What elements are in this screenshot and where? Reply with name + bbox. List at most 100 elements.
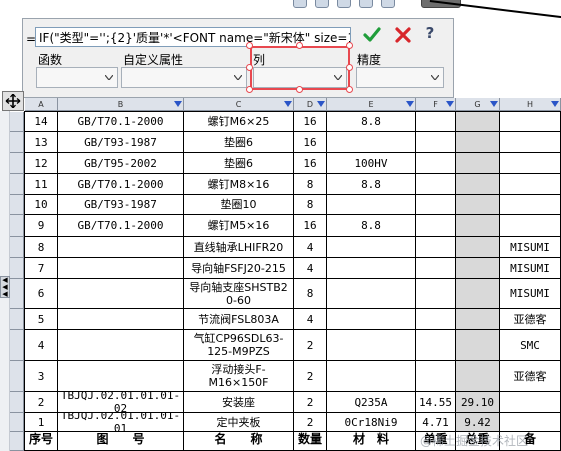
formula-input[interactable]: IF("类型"='';{2}'质量'*'<FONT name="新宋体" siz… [35, 27, 351, 47]
cell-note[interactable] [500, 132, 561, 153]
column-header-f[interactable]: F [416, 98, 456, 111]
selection-handle[interactable] [346, 64, 353, 71]
toolbar-icon[interactable] [337, 0, 351, 8]
cell-name[interactable]: 浮动接头F- M16×150F [184, 361, 294, 392]
row-header[interactable] [10, 279, 24, 309]
cell-unit[interactable] [416, 361, 456, 392]
cell-note[interactable] [500, 112, 561, 132]
cell-unit[interactable] [416, 309, 456, 330]
cell-note[interactable]: MISUMI [500, 279, 561, 309]
cell-total[interactable] [456, 174, 500, 195]
column-header-d[interactable]: D [294, 98, 327, 111]
cell-unit[interactable]: 14.55 [416, 392, 456, 413]
cell-total[interactable] [456, 132, 500, 153]
toolbar-icon[interactable] [381, 0, 395, 8]
cell-material[interactable] [327, 237, 416, 258]
row-header[interactable] [10, 309, 24, 330]
function-dropdown[interactable] [36, 67, 118, 88]
custom-attr-dropdown[interactable] [121, 67, 247, 88]
cell-seq[interactable]: 13 [25, 132, 58, 153]
cell-unit[interactable] [416, 174, 456, 195]
cell-material[interactable]: Q235A [327, 392, 416, 413]
cell-unit[interactable] [416, 258, 456, 279]
cell-material[interactable] [327, 132, 416, 153]
toolbar-icon[interactable] [315, 0, 329, 8]
row-header[interactable] [10, 361, 24, 392]
cell-total[interactable] [456, 330, 500, 361]
confirm-check-icon[interactable] [362, 25, 382, 45]
cell-note[interactable]: 亚德客 [500, 309, 561, 330]
cell-material[interactable] [327, 330, 416, 361]
cell-name[interactable]: 导向轴FSFJ20-215 [184, 258, 294, 279]
cell-code[interactable] [58, 279, 184, 309]
cell-total[interactable]: 29.10 [456, 392, 500, 413]
cell-note[interactable] [500, 195, 561, 215]
cell-name[interactable]: 安装座 [184, 392, 294, 413]
cell-code[interactable] [58, 237, 184, 258]
cell-seq[interactable]: 14 [25, 112, 58, 132]
selection-handle[interactable] [246, 42, 253, 49]
cell-code[interactable] [58, 309, 184, 330]
cell-seq[interactable]: 11 [25, 174, 58, 195]
cell-name[interactable]: 定中夹板 [184, 413, 294, 432]
cell-material[interactable]: 8.8 [327, 174, 416, 195]
cell-total[interactable] [456, 258, 500, 279]
selection-handle[interactable] [296, 86, 303, 93]
cell-total[interactable] [456, 195, 500, 215]
help-icon[interactable]: ? [421, 24, 439, 44]
cell-name[interactable]: 垫圈6 [184, 153, 294, 174]
cell-total[interactable] [456, 309, 500, 330]
column-header-a[interactable]: A [25, 98, 58, 111]
selection-handle[interactable] [346, 42, 353, 49]
row-header[interactable] [10, 237, 24, 258]
cell-material[interactable] [327, 309, 416, 330]
cell-total[interactable] [456, 112, 500, 132]
cell-code[interactable]: GB/T95-2002 [58, 153, 184, 174]
cell-code[interactable] [58, 330, 184, 361]
cell-total[interactable] [456, 237, 500, 258]
cell-note[interactable] [500, 413, 561, 432]
cell-note[interactable] [500, 174, 561, 195]
cell-code[interactable]: GB/T93-1987 [58, 195, 184, 215]
cell-name[interactable]: 螺钉M6×25 [184, 112, 294, 132]
cell-note[interactable]: SMC [500, 330, 561, 361]
row-header[interactable] [10, 153, 24, 174]
cell-unit[interactable] [416, 279, 456, 309]
cell-code[interactable] [58, 258, 184, 279]
cell-seq[interactable]: 7 [25, 258, 58, 279]
selection-handle[interactable] [346, 86, 353, 93]
cell-name[interactable]: 垫圈6 [184, 132, 294, 153]
selection-handle[interactable] [296, 42, 303, 49]
row-header[interactable] [10, 195, 24, 215]
column-header-g[interactable]: G [456, 98, 500, 111]
selection-handle[interactable] [246, 64, 253, 71]
header-cell-qty[interactable]: 数量 [294, 432, 327, 451]
cell-total[interactable] [456, 215, 500, 237]
cell-note[interactable] [500, 153, 561, 174]
cell-qty[interactable]: 2 [294, 361, 327, 392]
cell-seq[interactable]: 8 [25, 237, 58, 258]
selection-handle[interactable] [246, 86, 253, 93]
row-header[interactable] [10, 215, 24, 237]
cell-unit[interactable] [416, 195, 456, 215]
cell-qty[interactable]: 4 [294, 309, 327, 330]
cell-material[interactable] [327, 279, 416, 309]
cell-name[interactable]: 垫圈10 [184, 195, 294, 215]
cell-total[interactable]: 9.42 [456, 413, 500, 432]
cell-name[interactable]: 螺钉M5×16 [184, 215, 294, 237]
cell-material[interactable]: 8.8 [327, 112, 416, 132]
cell-name[interactable]: 气缸CP96SDL63- 125-M9PZS [184, 330, 294, 361]
cell-note[interactable] [500, 392, 561, 413]
cell-qty[interactable]: 16 [294, 153, 327, 174]
cell-qty[interactable]: 16 [294, 112, 327, 132]
header-cell-seq[interactable]: 序号 [25, 432, 58, 451]
cell-unit[interactable] [416, 112, 456, 132]
cell-qty[interactable]: 16 [294, 132, 327, 153]
cell-name[interactable]: 导向轴支座SHSTB2 0-60 [184, 279, 294, 309]
cell-unit[interactable] [416, 215, 456, 237]
header-cell-code[interactable]: 图 号 [58, 432, 184, 451]
cell-material[interactable] [327, 361, 416, 392]
cell-code[interactable]: GB/T93-1987 [58, 132, 184, 153]
cell-total[interactable] [456, 153, 500, 174]
cell-name[interactable]: 节流阀FSL803A [184, 309, 294, 330]
